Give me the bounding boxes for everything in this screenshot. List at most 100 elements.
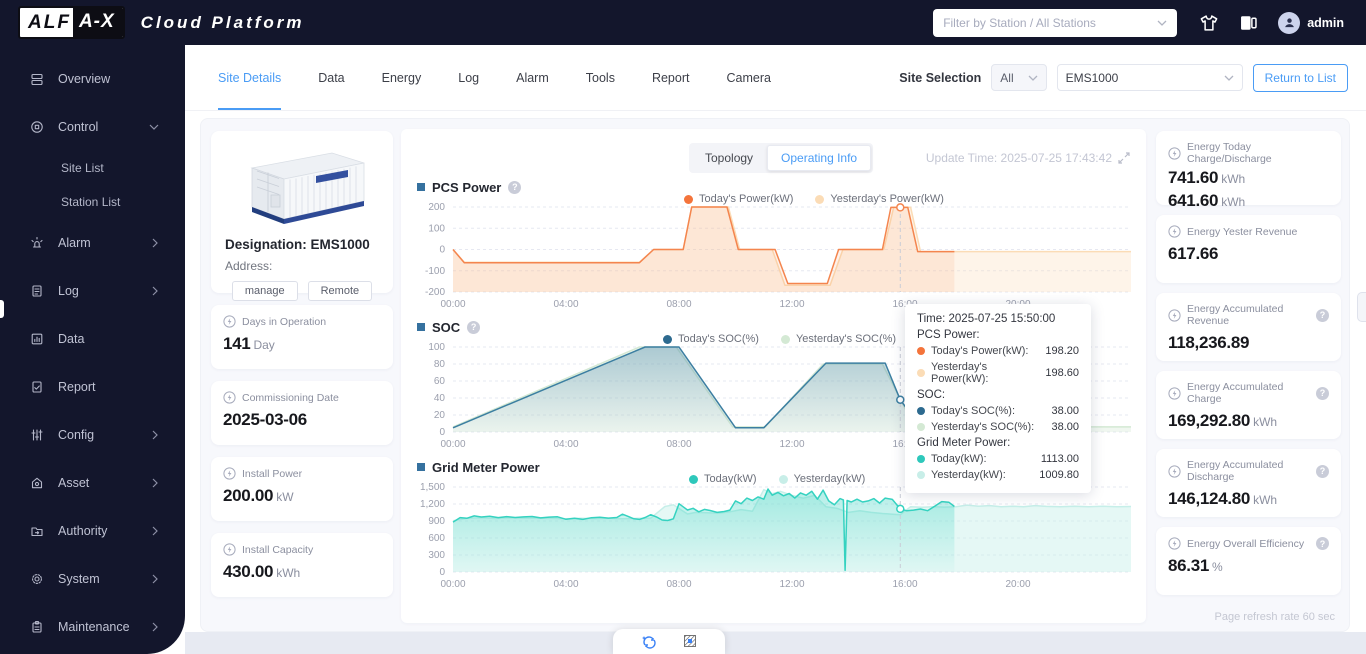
tooltip-row: Today's Power(kW): 198.20 (917, 345, 1079, 357)
help-icon[interactable]: ? (1316, 308, 1329, 322)
app-root: ALF A-X Cloud Platform Filter by Station … (0, 0, 1366, 654)
stat-unit: % (1212, 560, 1223, 574)
sidebar-item-system[interactable]: System (0, 555, 185, 603)
panel-expand-handle[interactable] (1357, 292, 1366, 322)
legend-label: Today's SOC(%) (678, 333, 759, 345)
power-circle-icon (1168, 146, 1181, 160)
tab-energy[interactable]: Energy (382, 45, 422, 110)
stat-label: Energy Accumulated Revenue (1187, 303, 1284, 327)
site-select-value: EMS1000 (1065, 70, 1119, 85)
series-dot (917, 423, 925, 431)
legend-item[interactable]: Today's SOC(%) (663, 333, 759, 345)
chart-plot-pcs[interactable]: 2001000-100-20000:0004:0008:0012:0016:00… (401, 199, 1146, 317)
legend-item[interactable]: Yesterday(kW) (778, 473, 865, 485)
svg-text:12:00: 12:00 (779, 439, 804, 450)
svg-text:16:00: 16:00 (892, 579, 917, 590)
top-header: ALF A-X Cloud Platform Filter by Station … (0, 0, 1366, 45)
sidebar-item-label: Site List (61, 161, 104, 175)
svg-text:04:00: 04:00 (553, 579, 578, 590)
sidebar-item-log[interactable]: Log (0, 267, 185, 315)
product-name: Cloud Platform (140, 12, 305, 32)
svg-text:-100: -100 (425, 266, 445, 277)
help-icon[interactable]: ? (1316, 386, 1329, 400)
svg-text:12:00: 12:00 (779, 299, 804, 310)
svg-text:40: 40 (434, 393, 446, 404)
sidebar-item-maintenance[interactable]: Maintenance (0, 603, 185, 651)
help-icon[interactable]: ? (508, 180, 522, 194)
chevron-right-icon (151, 526, 159, 536)
chevron-down-icon (1028, 75, 1038, 81)
legend-item[interactable]: Today(kW) (689, 473, 757, 485)
sidebar-item-station-list[interactable]: Station List (0, 185, 185, 219)
power-circle-icon (223, 543, 236, 556)
expand-icon[interactable] (1118, 152, 1130, 164)
tab-alarm[interactable]: Alarm (516, 45, 549, 110)
stat-card-energy-today-charge-discharge: Energy Today Charge/Discharge 741.60 kWh 64… (1156, 131, 1341, 210)
station-filter-select[interactable]: Filter by Station / All Stations (933, 8, 1178, 37)
help-icon[interactable]: ? (1316, 464, 1329, 478)
refresh-sync-icon[interactable] (641, 634, 657, 649)
tab-log[interactable]: Log (458, 45, 479, 110)
sidebar-nav: Overview Control Site List Station List Alar… (0, 45, 185, 654)
sidebar-item-control[interactable]: Control (0, 103, 185, 151)
legend-item[interactable]: Today's Power(kW) (684, 193, 793, 205)
legend-dot (689, 474, 698, 484)
sidebar-item-overview[interactable]: Overview (0, 55, 185, 103)
sidebar-item-alarm[interactable]: Alarm (0, 219, 185, 267)
help-icon[interactable]: ? (467, 320, 481, 334)
series-dot (917, 471, 925, 479)
stat-value: 741.60 kWh (1168, 168, 1246, 187)
stat-label: Energy Accumulated Discharge (1187, 459, 1284, 483)
stat-unit: kW (276, 490, 294, 504)
chart-plot-grid[interactable]: 1,500 1,200 900 600 300 000:00 04:00 08:00 12:00… (401, 479, 1146, 597)
tab-report[interactable]: Report (652, 45, 690, 110)
power-circle-icon (223, 391, 236, 404)
tab-data[interactable]: Data (318, 45, 344, 110)
tooltip-series-label: Yesterday's SOC(%): (931, 421, 1035, 433)
document-panel-icon[interactable] (1239, 14, 1258, 32)
tooltip-series-value: 1009.80 (1039, 469, 1079, 481)
stat-unit: Day (253, 338, 275, 352)
sidebar-item-config[interactable]: Config (0, 411, 185, 459)
svg-text:0: 0 (439, 245, 445, 256)
tab-site-details[interactable]: Site Details (218, 45, 282, 110)
tab-tools[interactable]: Tools (586, 45, 615, 110)
sidebar-collapse-handle[interactable] (0, 300, 4, 318)
region-select[interactable]: All (991, 64, 1047, 91)
power-circle-icon (223, 315, 236, 328)
chart-title: Grid Meter Power (432, 459, 540, 475)
sidebar-item-label: Overview (58, 72, 111, 86)
sidebar-item-label: Log (58, 284, 79, 298)
stat-card-commissioning-date: Commissioning Date 2025-03-06 (211, 381, 393, 445)
tab-camera[interactable]: Camera (726, 45, 770, 110)
stat-label: Energy Overall Efficiency (1187, 537, 1305, 550)
pattern-tool-icon[interactable] (683, 634, 698, 649)
theme-skin-icon[interactable] (1199, 14, 1219, 32)
sidebar-item-authority[interactable]: Authority (0, 507, 185, 555)
stat-card-energy-accumulated-revenue: Energy Accumulated Revenue? 118,236.89 (1156, 293, 1341, 361)
stat-value: 169,292.80 kWh (1168, 411, 1278, 430)
toggle-topology[interactable]: Topology (691, 145, 767, 171)
stat-label: Energy Today Charge/Discharge (1187, 141, 1272, 165)
stat-value: 200.00 kW (223, 486, 294, 505)
user-menu[interactable]: admin (1278, 11, 1344, 34)
chart-legend: Today(kW) Yesterday(kW) (689, 473, 865, 485)
container-illustration (225, 143, 379, 229)
logo-text-alf: ALF (28, 11, 71, 33)
site-selection-label: Site Selection (899, 70, 982, 85)
sidebar-item-site-list[interactable]: Site List (0, 151, 185, 185)
sidebar-item-data[interactable]: Data (0, 315, 185, 363)
toggle-operating-info[interactable]: Operating Info (767, 145, 872, 171)
sidebar-item-asset[interactable]: Asset (0, 459, 185, 507)
site-select[interactable]: EMS1000 (1056, 64, 1243, 91)
chart-bullet-icon (417, 183, 425, 191)
return-to-list-button[interactable]: Return to List (1252, 63, 1348, 92)
legend-label: Yesterday's SOC(%) (795, 333, 897, 345)
remote-button[interactable]: Remote (307, 281, 373, 301)
legend-item[interactable]: Yesterday's Power(kW) (815, 193, 944, 205)
legend-item[interactable]: Yesterday's SOC(%) (780, 333, 897, 345)
sidebar-item-report[interactable]: Report (0, 363, 185, 411)
manage-button[interactable]: manage (231, 281, 298, 301)
help-icon[interactable]: ? (1316, 537, 1329, 550)
tooltip-group-header: PCS Power: (917, 329, 980, 341)
